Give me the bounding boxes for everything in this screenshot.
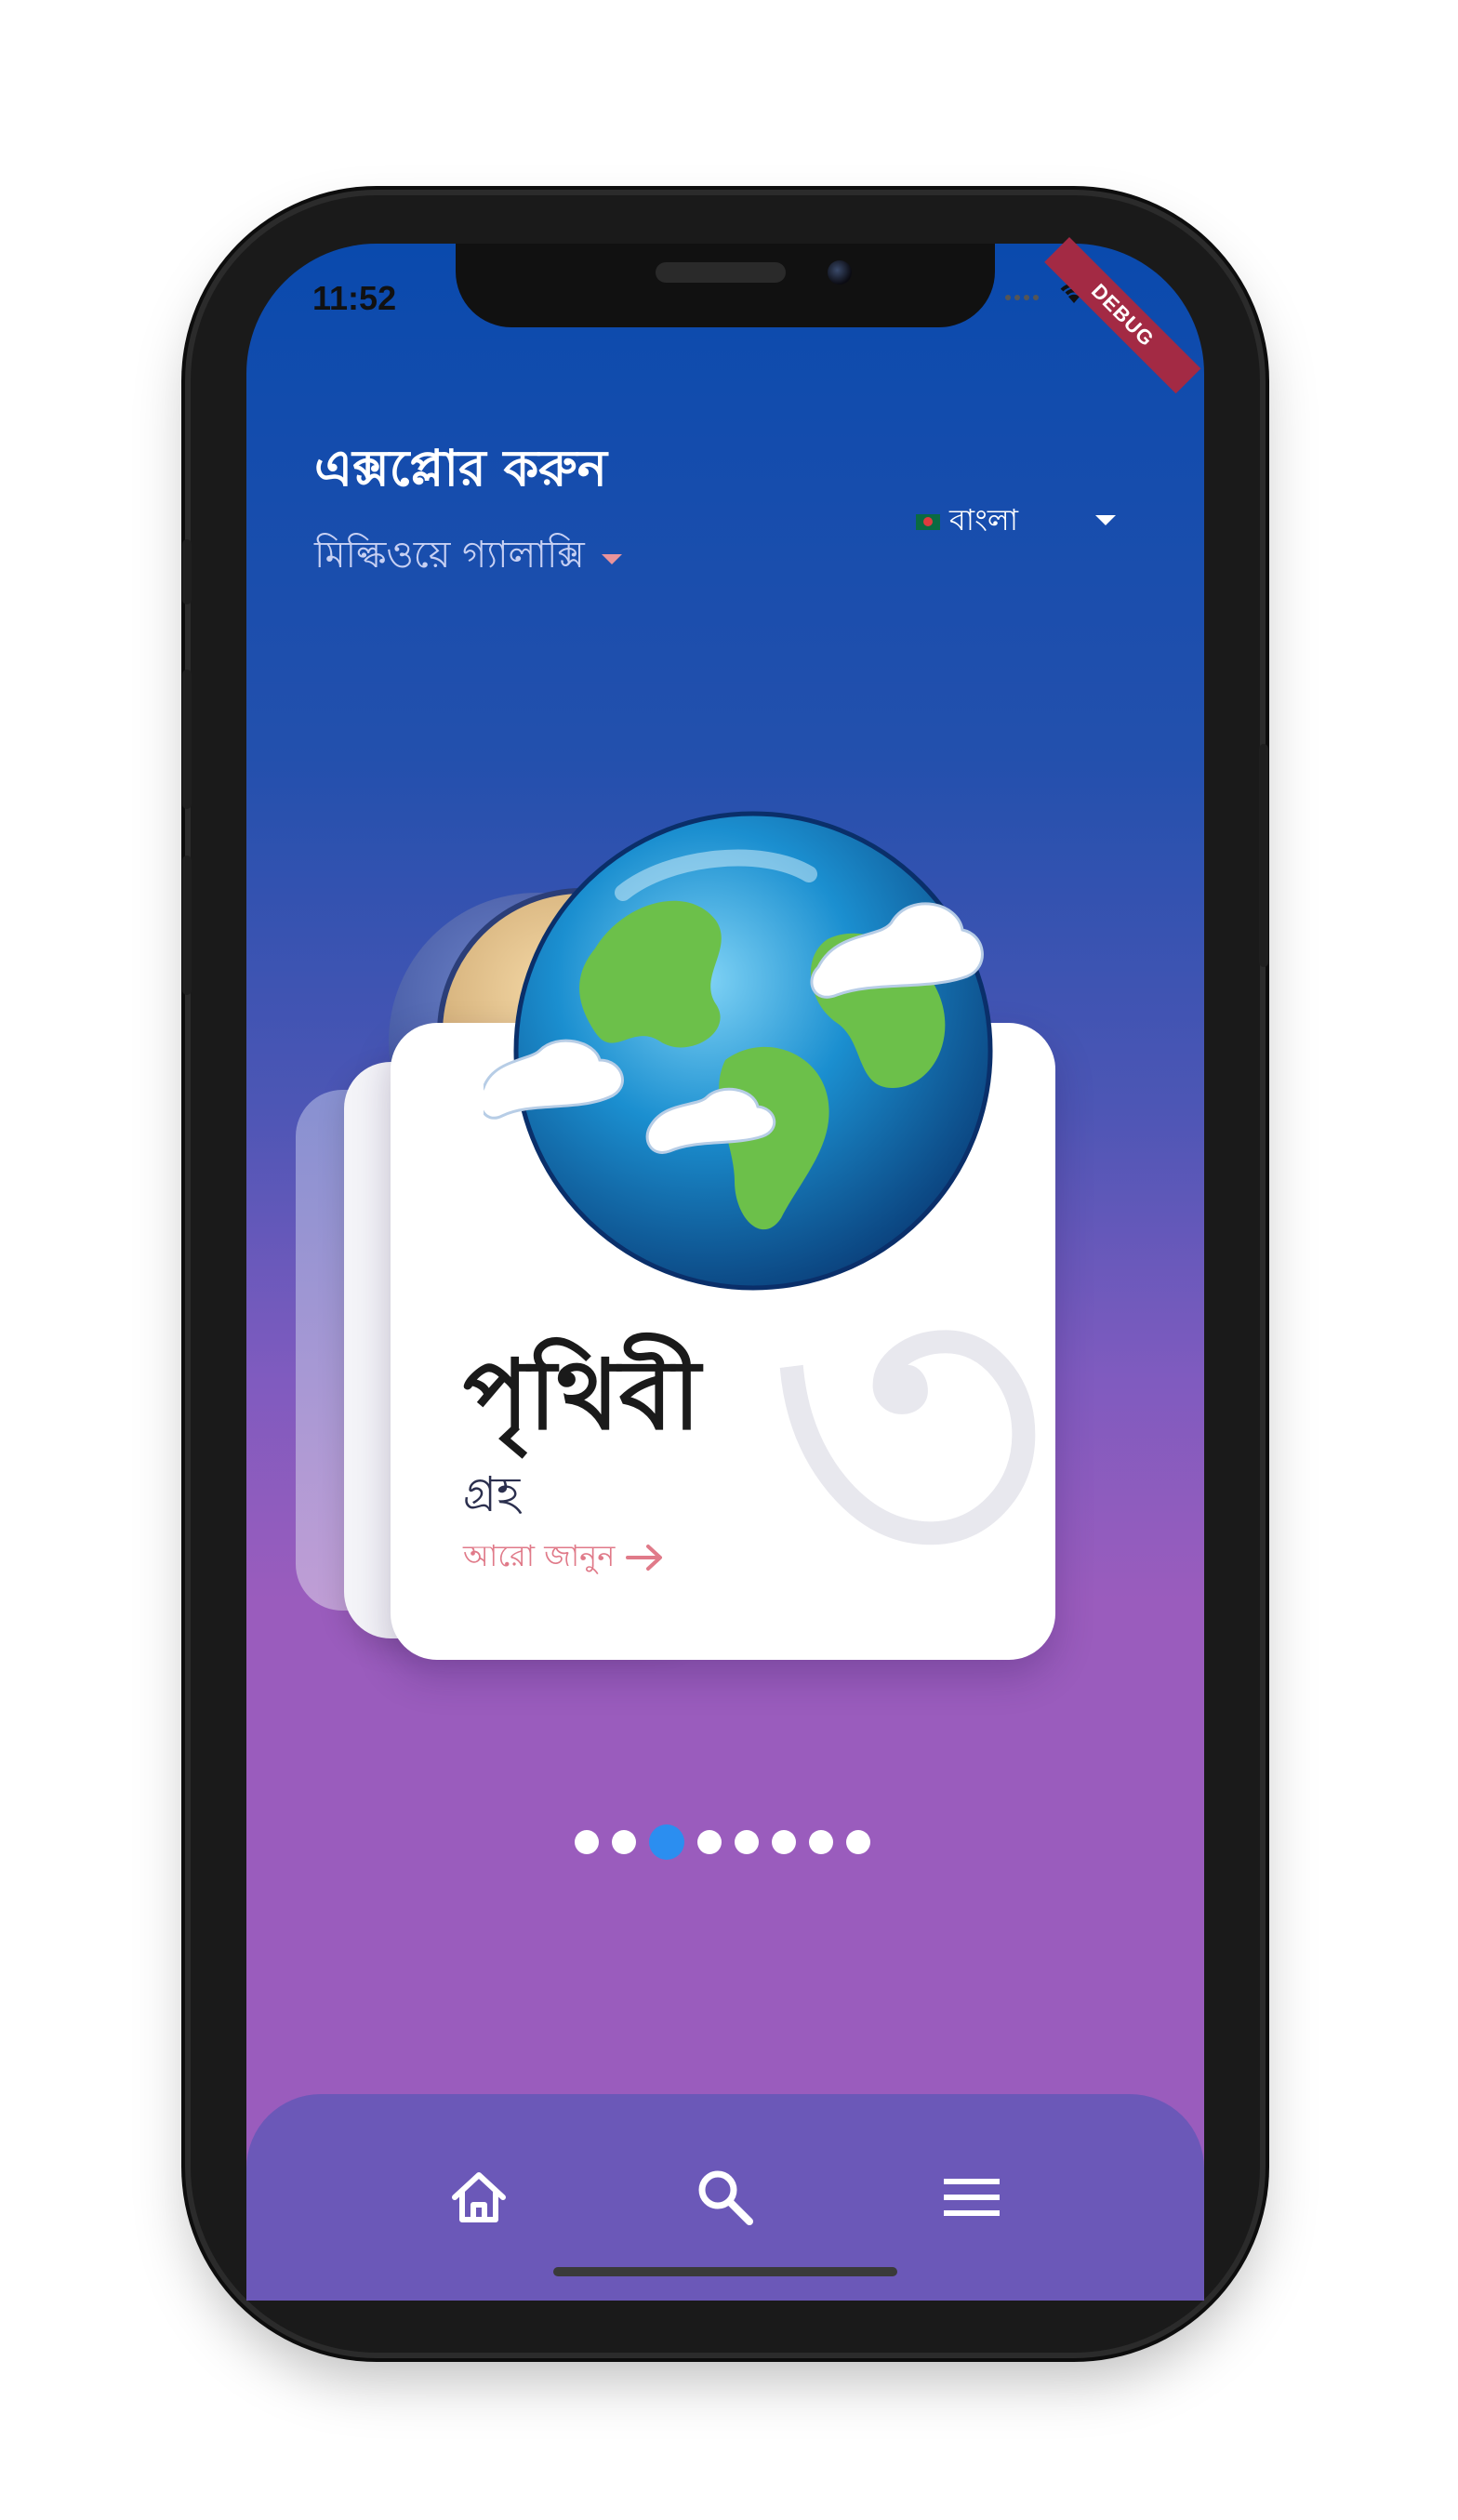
front-camera: [828, 260, 852, 285]
bangladesh-flag-icon: [916, 513, 940, 530]
nav-menu-button[interactable]: [939, 2165, 1004, 2230]
notch: [456, 244, 995, 327]
planet-name: পৃথিবী: [463, 1337, 701, 1452]
volume-up-button: [182, 670, 192, 809]
planet-type: গ্রহ: [463, 1467, 521, 1519]
page-dot[interactable]: [846, 1830, 870, 1854]
page-dot[interactable]: [612, 1830, 636, 1854]
page-dot-active[interactable]: [649, 1824, 684, 1860]
power-button: [1259, 744, 1268, 967]
phone-mockup: 11:52 DEBUG এক্সপ্লোর করুন মিল্কিওয়ে গ্…: [0, 0, 1458, 2520]
chevron-down-icon: [1095, 515, 1116, 525]
status-time: 11:52: [312, 279, 397, 317]
signal-icon: [1004, 281, 1045, 307]
galaxy-selector[interactable]: মিল্কিওয়ে গ্যালাক্সি: [314, 525, 622, 588]
page-dot[interactable]: [735, 1830, 759, 1854]
language-dropdown[interactable]: বাংলা: [916, 498, 1116, 545]
page-dot[interactable]: [809, 1830, 833, 1854]
carousel-pagination: [575, 1824, 870, 1860]
page-dot[interactable]: [697, 1830, 722, 1854]
menu-icon: [944, 2179, 1000, 2216]
language-label: বাংলা: [949, 502, 1018, 537]
chevron-down-icon: [601, 554, 622, 564]
earpiece-speaker: [656, 262, 786, 283]
learn-more-label: আরো জানুন: [463, 1538, 616, 1573]
nav-search-button[interactable]: [693, 2165, 758, 2230]
silent-switch: [182, 539, 192, 604]
search-icon: [698, 2170, 753, 2225]
earth-planet-image: [484, 811, 993, 1291]
home-indicator[interactable]: [553, 2267, 897, 2276]
page-dot[interactable]: [772, 1830, 796, 1854]
arrow-right-icon: [626, 1545, 663, 1571]
page-dot[interactable]: [575, 1830, 599, 1854]
learn-more-link[interactable]: আরো জানুন: [463, 1532, 665, 1583]
galaxy-selector-label: মিল্কিওয়ে গ্যালাক্সি: [314, 534, 585, 577]
volume-down-button: [182, 855, 192, 995]
home-icon: [452, 2172, 506, 2222]
nav-home-button[interactable]: [446, 2165, 511, 2230]
page-title: এক্সপ্লোর করুন: [314, 439, 607, 497]
